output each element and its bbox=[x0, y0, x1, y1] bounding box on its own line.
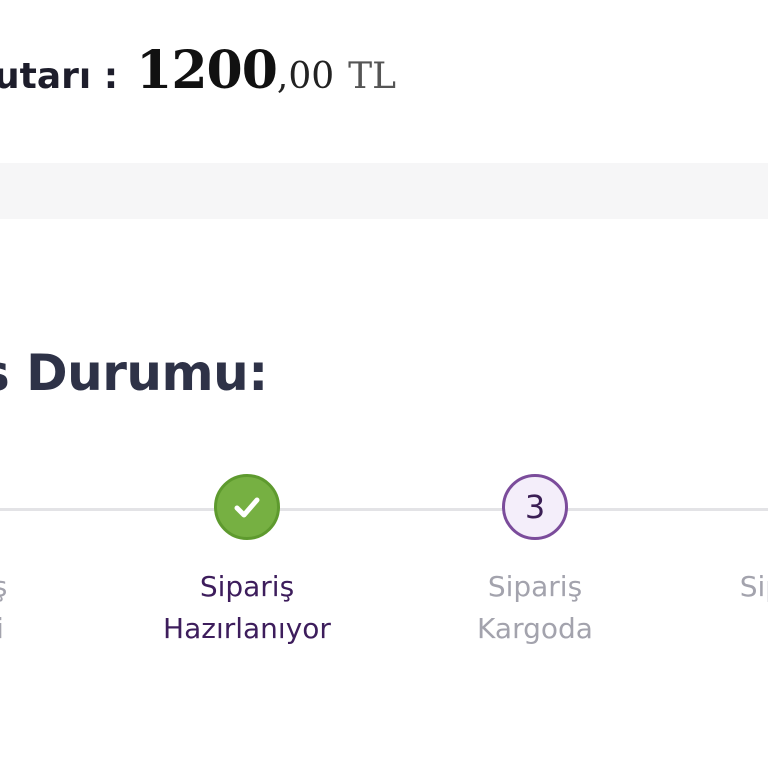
step-label: Sipariş Kargoda bbox=[415, 566, 655, 650]
step-label-line2: Hazırlanıyor bbox=[163, 612, 331, 645]
step-label-line2: Kargoda bbox=[477, 612, 593, 645]
step-number-indicator: 3 bbox=[502, 474, 568, 540]
order-total: utarı : 1200 ,00 TL bbox=[0, 40, 396, 101]
step-label: ş i bbox=[0, 566, 120, 650]
step-preparing: Sipariş Hazırlanıyor bbox=[127, 474, 367, 650]
order-detail-page: utarı : 1200 ,00 TL ş Durumu: ş i Sipari… bbox=[0, 0, 768, 768]
step-in-shipping: 3 Sipariş Kargoda bbox=[415, 474, 655, 650]
step-label-line1: Sipa bbox=[739, 570, 768, 603]
order-total-integer: 1200 bbox=[136, 40, 278, 101]
step-label: Sipa bbox=[650, 566, 768, 608]
check-icon bbox=[234, 497, 260, 518]
order-total-decimal: ,00 bbox=[276, 56, 335, 97]
step-label-line1: Sipariş bbox=[487, 570, 583, 603]
step-done-indicator bbox=[214, 474, 280, 540]
step-order-received: ş i bbox=[0, 474, 120, 650]
step-delivered: Sipa bbox=[650, 474, 768, 608]
step-label-line1: Sipariş bbox=[199, 570, 295, 603]
order-total-currency: TL bbox=[348, 56, 397, 97]
section-divider bbox=[0, 163, 768, 219]
order-status-title: ş Durumu: bbox=[0, 344, 268, 402]
order-total-label: utarı : bbox=[0, 56, 119, 97]
step-label: Sipariş Hazırlanıyor bbox=[127, 566, 367, 650]
